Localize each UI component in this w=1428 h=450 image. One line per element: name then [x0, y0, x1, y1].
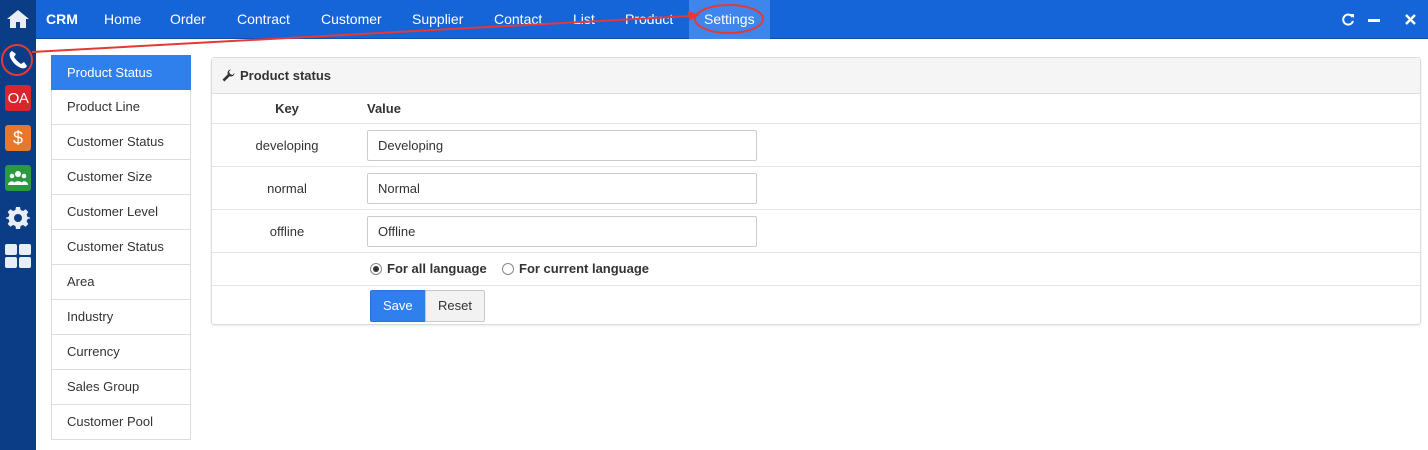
radio-label-all-language: For all language — [387, 261, 487, 276]
radio-button[interactable] — [502, 262, 514, 275]
sidebar-item-product-status[interactable]: Product Status — [51, 55, 191, 90]
sidebar-item-currency[interactable]: Currency — [51, 335, 191, 370]
value-input-offline[interactable] — [367, 216, 757, 247]
sidebar-item-customer-status-2[interactable]: Customer Status — [51, 230, 191, 265]
radio-current-language[interactable]: For current language — [502, 261, 649, 276]
sidebar-item-customer-status[interactable]: Customer Status — [51, 125, 191, 160]
nav-supplier[interactable]: Supplier — [398, 0, 477, 39]
users-icon[interactable] — [2, 162, 34, 194]
action-row: Save Reset — [212, 286, 1420, 326]
nav-contact[interactable]: Contact — [480, 0, 556, 39]
grid-icon[interactable] — [2, 240, 34, 272]
app-dock: OA $ — [0, 0, 36, 450]
radio-label-current-language: For current language — [519, 261, 650, 276]
value-input-developing[interactable] — [367, 130, 757, 161]
minimize-icon[interactable] — [1362, 0, 1386, 39]
nav-settings[interactable]: Settings — [689, 0, 770, 39]
radio-all-language[interactable]: For all language — [370, 261, 487, 276]
top-navbar: CRM Home Order Contract Customer Supplie… — [36, 0, 1428, 39]
product-status-panel: Product status Key Value developing norm… — [211, 57, 1421, 325]
sidebar-item-area[interactable]: Area — [51, 265, 191, 300]
value-column-header: Value — [367, 101, 401, 116]
sidebar-item-customer-pool[interactable]: Customer Pool — [51, 405, 191, 440]
settings-sidebar: Product Status Product Line Customer Sta… — [51, 55, 191, 440]
sidebar-item-product-line[interactable]: Product Line — [51, 90, 191, 125]
sidebar-item-customer-size[interactable]: Customer Size — [51, 160, 191, 195]
row-key: offline — [269, 224, 305, 239]
dollar-icon[interactable]: $ — [2, 122, 34, 154]
language-options-row: For all language For current language — [212, 253, 1420, 286]
row-key: developing — [255, 138, 319, 153]
gear-icon[interactable] — [2, 202, 34, 234]
row-key: normal — [267, 181, 307, 196]
oa-tile-label: OA — [5, 85, 31, 111]
nav-home[interactable]: Home — [90, 0, 155, 39]
table-row: offline — [212, 210, 1420, 253]
close-icon[interactable] — [1398, 0, 1422, 39]
oa-icon[interactable]: OA — [2, 82, 34, 114]
nav-product[interactable]: Product — [611, 0, 687, 39]
sidebar-item-customer-level[interactable]: Customer Level — [51, 195, 191, 230]
value-input-normal[interactable] — [367, 173, 757, 204]
reset-button[interactable]: Reset — [425, 290, 485, 322]
table-row: developing — [212, 124, 1420, 167]
brand-label[interactable]: CRM — [46, 11, 78, 27]
nav-order[interactable]: Order — [156, 0, 220, 39]
panel-header: Product status — [212, 58, 1420, 94]
dollar-tile-label: $ — [5, 125, 31, 151]
save-button[interactable]: Save — [370, 290, 426, 322]
table-header-row: Key Value — [212, 94, 1420, 124]
nav-contract[interactable]: Contract — [223, 0, 304, 39]
nav-customer[interactable]: Customer — [307, 0, 396, 39]
refresh-icon[interactable] — [1336, 0, 1360, 39]
sidebar-item-industry[interactable]: Industry — [51, 300, 191, 335]
home-icon[interactable] — [0, 0, 36, 38]
radio-button-selected[interactable] — [370, 262, 382, 275]
wrench-icon — [222, 69, 235, 82]
phone-icon[interactable] — [2, 44, 34, 76]
nav-list[interactable]: List — [559, 0, 609, 39]
panel-title: Product status — [240, 68, 332, 83]
sidebar-item-sales-group[interactable]: Sales Group — [51, 370, 191, 405]
key-column-header: Key — [275, 101, 299, 116]
table-row: normal — [212, 167, 1420, 210]
